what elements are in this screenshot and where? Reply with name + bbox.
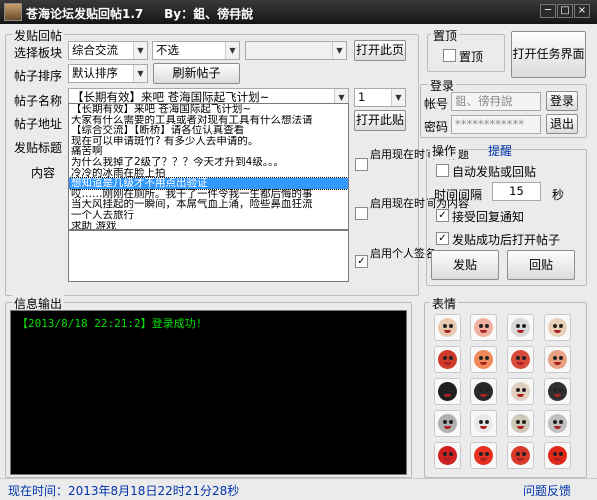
list-item[interactable]: 【长期有效】来吧 苍海国际起飞计划~ [69,104,348,115]
status-bar: 现在时间：2013年8月18日22时21分28秒 问题反馈 [0,478,597,500]
signature-checkbox[interactable]: ✓ [355,255,368,268]
sort-label: 帖子排序 [14,69,63,83]
pin-label: 置顶 [459,50,484,64]
list-item[interactable]: 当大风挂起的一瞬间，本屌气血上涌，险些鼻血狂流 [69,199,348,210]
face-icon[interactable] [507,410,534,437]
account-label: 帐号 [424,97,449,111]
sort-select[interactable]: 默认排序 ▼ [68,64,148,83]
board-label: 选择板块 [14,46,63,60]
face-icon[interactable] [470,346,497,373]
face-icon[interactable] [470,378,497,405]
time-content-checkbox[interactable] [355,207,368,220]
list-item-selected[interactable]: 想知道是几级才不用点出验证 [69,177,348,190]
open-after-checkbox[interactable]: ✓ [436,232,449,245]
face-icon[interactable] [434,314,461,341]
post-group-label: 发贴回帖 [12,27,65,44]
maximize-button[interactable]: □ [557,4,573,18]
interval-label: 时间间隔 [434,188,483,202]
face-icon[interactable] [470,442,497,469]
pin-group-label: 置顶 [431,27,460,44]
list-item[interactable]: 哎……刚刚在厕所。我干了一件令我一生都后悔的事 [69,189,348,200]
refresh-posts-button[interactable]: 刷新帖子 [153,63,240,84]
interval-unit: 秒 [552,188,565,202]
chevron-down-icon: ▼ [225,42,239,59]
content-label: 内容 [31,166,56,180]
open-post-button[interactable]: 打开此贴 [354,110,406,131]
log-line: 【2013/8/18 22:21:2】登录成功! [17,317,203,330]
window-title: 苍海论坛发贴回帖1.7 By：鉏、徬冄說 [26,7,254,21]
current-time: 现在时间：2013年8月18日22时21分28秒 [8,484,240,498]
face-icon[interactable] [434,410,461,437]
open-page-button[interactable]: 打开此页 [354,40,406,61]
time-content-label: 启用现在时间为内容 [370,197,469,210]
face-icon[interactable] [434,378,461,405]
face-icon[interactable] [434,442,461,469]
login-button[interactable]: 登录 [546,91,578,111]
list-item[interactable]: 大家有什么需要的工具或者对现有工具有什么想法请 [69,115,348,126]
face-icon[interactable] [434,346,461,373]
chevron-down-icon: ▼ [332,42,346,59]
sub-board-select[interactable]: 不选 ▼ [152,41,240,60]
logout-button[interactable]: 退出 [546,114,578,134]
account-field[interactable]: 鉏、徬冄說 [451,92,541,111]
log-output[interactable]: 【2013/8/18 22:21:2】登录成功! [10,310,407,475]
chevron-down-icon: ▼ [391,89,405,106]
time-title-label: 启用现在时间为标题 [370,148,469,161]
face-icon[interactable] [470,314,497,341]
time-title-checkbox[interactable] [355,158,368,171]
face-icon[interactable] [544,346,571,373]
face-icon[interactable] [507,346,534,373]
list-item[interactable]: 一个人去旅行 [69,210,348,221]
face-icon[interactable] [507,378,534,405]
open-task-button[interactable]: 打开任务界面 [511,31,586,78]
auto-checkbox[interactable] [436,164,449,177]
pin-checkbox[interactable] [443,49,456,62]
chevron-down-icon: ▼ [133,65,147,82]
password-field[interactable]: ************ [451,115,541,134]
title-bar[interactable]: 苍海论坛发贴回帖1.7 By：鉏、徬冄說 ─ □ × [0,0,597,24]
app-icon [4,3,22,21]
board-select[interactable]: 综合交流 ▼ [68,41,148,60]
face-icon[interactable] [544,314,571,341]
interval-field[interactable]: 15 [492,182,541,201]
list-item[interactable]: 冷冷的冰雨在脸上拍 [69,168,348,179]
post-title-dropdown-list[interactable]: 【长期有效】来吧 苍海国际起飞计划~ 大家有什么需要的工具或者对现有工具有什么想… [68,103,349,230]
open-after-label: 发贴成功后打开帖子 [452,233,561,247]
chevron-down-icon: ▼ [133,42,147,59]
auto-label: 自动发贴或回贴 [452,165,537,179]
content-textarea[interactable] [68,230,349,282]
list-item[interactable]: 痛苦啊 [69,146,348,157]
post-title-label: 发贴标题 [14,141,63,155]
face-icon[interactable] [544,410,571,437]
post-address-label: 帖子地址 [14,117,63,131]
face-icon[interactable] [507,442,534,469]
list-item[interactable]: 求助 游戏 [69,221,348,229]
ops-group-label: 操作 [430,142,459,159]
extra-select[interactable]: ▼ [245,41,347,60]
face-icon[interactable] [544,378,571,405]
post-button[interactable]: 发贴 [431,250,499,280]
face-icon[interactable] [470,410,497,437]
reply-button[interactable]: 回贴 [507,250,575,280]
list-item[interactable]: 为什么我掉了2级了？？？今天才升到4级。。。 [69,157,348,168]
close-button[interactable]: × [574,4,590,18]
emote-group-label: 表情 [430,295,459,312]
signature-label: 启用个人签名 [370,247,436,260]
minimize-button[interactable]: ─ [540,4,556,18]
face-icon[interactable] [507,314,534,341]
post-name-label: 帖子名称 [14,94,63,108]
reply-notify-label: 接受回复通知 [452,210,525,224]
feedback-link[interactable]: 问题反馈 [523,482,571,499]
face-icon[interactable] [544,442,571,469]
reply-notify-checkbox[interactable]: ✓ [436,209,449,222]
list-item[interactable]: 现在可以申请斑竹? 有多少人去申请的。 [69,136,348,147]
remind-link[interactable]: 提醒 [488,142,512,159]
password-label: 密码 [424,120,449,134]
list-item[interactable]: 【综合交流】【断桥】请各位认真查看 [69,125,348,136]
page-select[interactable]: 1 ▼ [354,88,406,107]
